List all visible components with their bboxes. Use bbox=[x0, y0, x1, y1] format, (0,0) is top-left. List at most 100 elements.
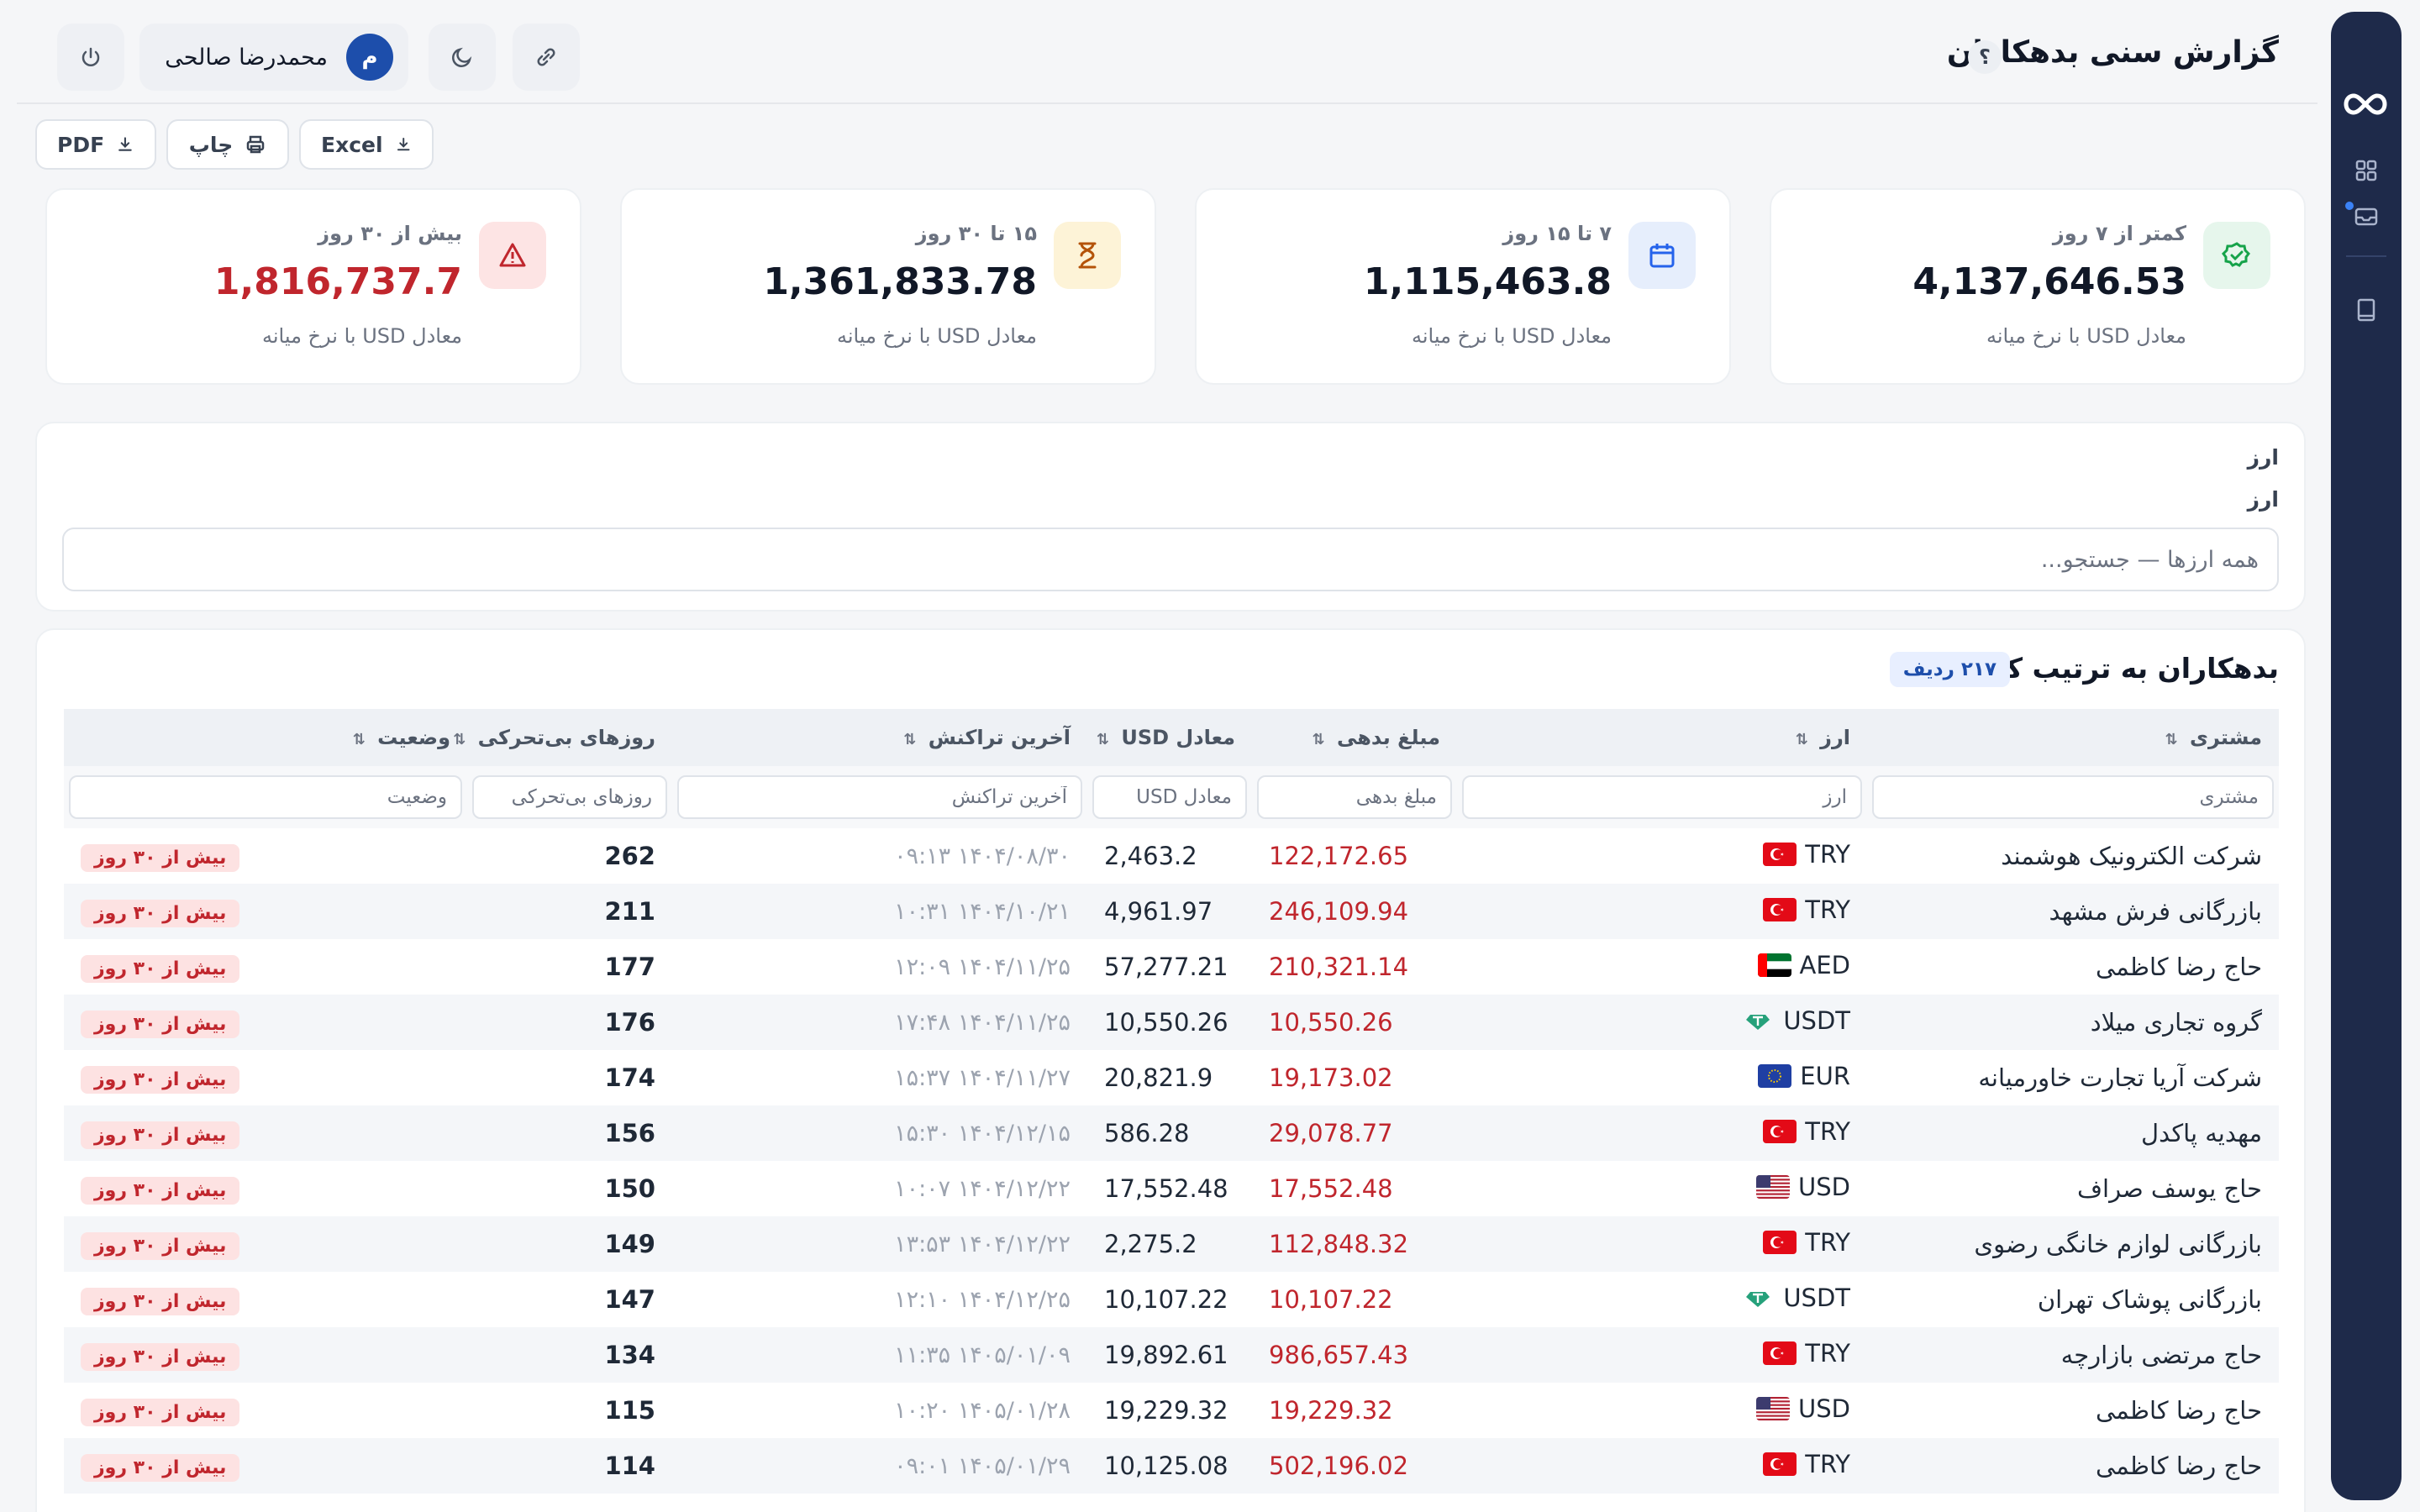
download-icon bbox=[118, 137, 132, 151]
last-transaction: ۱۴۰۴/۰۸/۳۰ ۰۹:۱۳ bbox=[894, 843, 1071, 869]
currency-code: TRY bbox=[1805, 1228, 1850, 1257]
table-row[interactable]: بازرگانی لوازم خانگی رضوی TRY 112,848.32 2,… bbox=[64, 1216, 2279, 1272]
link-icon[interactable] bbox=[513, 24, 580, 91]
card-subtitle: معادل USD با نرخ میانه bbox=[836, 324, 1037, 348]
table-row[interactable]: شرکت الکترونیک هوشمند TRY 122,172.65 2,463.… bbox=[64, 828, 2279, 884]
column-header-usd[interactable]: معادل USD ⇅ bbox=[1087, 709, 1252, 766]
status-filter-input[interactable] bbox=[69, 775, 462, 819]
currency-cell: TRY bbox=[1457, 1216, 1867, 1272]
usd-equivalent: 57,277.21 bbox=[1104, 953, 1228, 981]
usd-equivalent: 19,229.32 bbox=[1104, 1396, 1228, 1425]
usd-equivalent: 4,961.97 bbox=[1087, 884, 1252, 939]
table-row[interactable]: حاج رضا کاظمی AED 210,321.14 57,277.21 ۱۴۰۴/… bbox=[64, 939, 2279, 995]
card-15-to-30-days: ۱۵ تا ۳۰ روز 1,361,833.78 معادل USD با ن… bbox=[620, 188, 1156, 385]
flag-eu-icon bbox=[1758, 1064, 1792, 1088]
table-row[interactable]: بازرگانی پوشاک تهران USDT 10,107.22 10,107.… bbox=[64, 1272, 2279, 1327]
column-header-customer[interactable]: مشتری ⇅ bbox=[1867, 709, 2279, 766]
customer-filter-input[interactable] bbox=[1872, 775, 2274, 819]
currency-code: TRY bbox=[1805, 840, 1850, 869]
idle-days: 262 bbox=[604, 842, 655, 870]
customer-name: حاج رضا کاظمی bbox=[1867, 1438, 2279, 1494]
top-header: گزارش سنی بدهکاران ؟ م محمدرضا صالحی bbox=[17, 0, 2317, 104]
debt-amount: 986,657.43 bbox=[1252, 1327, 1457, 1383]
status-cell: بیش از ۳۰ روز bbox=[64, 828, 467, 884]
currency-code: TRY bbox=[1805, 895, 1850, 924]
status-cell: بیش از ۳۰ روز bbox=[64, 1050, 467, 1105]
usd-equivalent: 2,463.2 bbox=[1104, 842, 1197, 870]
idle-days: 150 bbox=[604, 1174, 655, 1203]
debtors-table: مشتری ⇅ ارز ⇅ مبلغ بدهی ⇅ معادل USD ⇅ آخ… bbox=[64, 709, 2279, 1494]
idle-days: 149 bbox=[467, 1216, 672, 1272]
status-cell: بیش از ۳۰ روز bbox=[64, 884, 467, 939]
card-over-30-days: بیش از ۳۰ روز 1,816,737.7 معادل USD با ن… bbox=[45, 188, 581, 385]
currency-search-input[interactable] bbox=[62, 528, 2279, 591]
usd-equivalent: 586.28 bbox=[1087, 1105, 1252, 1161]
book-icon[interactable] bbox=[2347, 291, 2386, 329]
debt-amount: 210,321.14 bbox=[1269, 953, 1409, 981]
usd-equivalent: 20,821.9 bbox=[1104, 1063, 1213, 1092]
card-subtitle: معادل USD با نرخ میانه bbox=[1986, 324, 2186, 348]
sort-icon: ⇅ bbox=[1312, 731, 1325, 748]
column-header-last-transaction[interactable]: آخرین تراکنش ⇅ bbox=[672, 709, 1087, 766]
currency-code: USDT bbox=[1783, 1284, 1850, 1312]
table-row[interactable]: حاج یوسف صراف USD 17,552.48 17,552.48 ۱۴۰۴/۱… bbox=[64, 1161, 2279, 1216]
flag-tr-icon bbox=[1763, 1120, 1797, 1143]
calendar-icon bbox=[1628, 222, 1696, 289]
status-badge: بیش از ۳۰ روز bbox=[81, 954, 240, 983]
debt-amount: 10,107.22 bbox=[1269, 1285, 1393, 1314]
table-row[interactable]: حاج رضا کاظمی USD 19,229.32 19,229.32 ۱۴۰۵/۰… bbox=[64, 1383, 2279, 1438]
table-row[interactable]: بازرگانی فرش مشهد TRY 246,109.94 4,961.97 ۱۴… bbox=[64, 884, 2279, 939]
table-row[interactable]: مهدیه پاکدل TRY 29,078.77 586.28 ۱۴۰۴/۱۲/۱۵ … bbox=[64, 1105, 2279, 1161]
download-icon bbox=[397, 137, 410, 151]
last-transaction: ۱۴۰۴/۱۱/۲۷ ۱۵:۳۷ bbox=[894, 1064, 1071, 1091]
currency-cell: TRY bbox=[1457, 884, 1867, 939]
print-label: چاپ bbox=[188, 132, 234, 157]
dashboard-grid-icon[interactable] bbox=[2347, 151, 2386, 190]
debt-amount: 19,229.32 bbox=[1269, 1396, 1393, 1425]
currency-cell: EUR bbox=[1457, 1050, 1867, 1105]
column-header-status[interactable]: وضعیت ⇅ bbox=[64, 709, 467, 766]
help-icon[interactable]: ؟ bbox=[1968, 40, 2002, 74]
status-badge: بیش از ۳۰ روز bbox=[81, 1342, 240, 1371]
currency-filter-input[interactable] bbox=[1462, 775, 1862, 819]
status-badge: بیش از ۳۰ روز bbox=[81, 1398, 240, 1426]
table-row[interactable]: شرکت آریا تجارت خاورمیانه EUR 19,173.02 20,… bbox=[64, 1050, 2279, 1105]
table-row[interactable]: گروه تجاری میلاد USDT 10,550.26 10,550.26 ۱۴… bbox=[64, 995, 2279, 1050]
status-cell: بیش از ۳۰ روز bbox=[64, 995, 467, 1050]
check-badge-icon bbox=[2203, 222, 2270, 289]
currency-code: TRY bbox=[1805, 1339, 1850, 1368]
pdf-export-button[interactable]: PDF bbox=[35, 119, 156, 170]
customer-name: گروه تجاری میلاد bbox=[1867, 995, 2279, 1050]
user-menu[interactable]: م محمدرضا صالحی bbox=[139, 24, 408, 91]
last-transaction: ۱۴۰۵/۰۱/۲۹ ۰۹:۰۱ bbox=[672, 1438, 1087, 1494]
excel-export-button[interactable]: Excel bbox=[299, 119, 434, 170]
usd-filter-input[interactable] bbox=[1092, 775, 1247, 819]
moon-icon[interactable] bbox=[429, 24, 496, 91]
idle-days-filter-input[interactable] bbox=[472, 775, 667, 819]
idle-days: 134 bbox=[467, 1327, 672, 1383]
power-icon[interactable] bbox=[57, 24, 124, 91]
debtors-table-panel: بدهکاران به ترتیب کهنگی ۲۱۷ ردیف مشتری ⇅… bbox=[35, 628, 2306, 1512]
amount-filter-input[interactable] bbox=[1257, 775, 1452, 819]
table-row[interactable]: حاج مرتضی بازارچه TRY 986,657.43 19,892.61 ۱… bbox=[64, 1327, 2279, 1383]
table-row[interactable]: حاج رضا کاظمی TRY 502,196.02 10,125.08 ۱۴۰۵/… bbox=[64, 1438, 2279, 1494]
flag-ae-icon bbox=[1757, 953, 1791, 977]
filter-label: ارز bbox=[2247, 487, 2279, 512]
column-header-currency[interactable]: ارز ⇅ bbox=[1457, 709, 1867, 766]
infinity-icon[interactable] bbox=[2338, 87, 2394, 121]
flag-us-icon bbox=[1756, 1397, 1791, 1420]
customer-name: حاج رضا کاظمی bbox=[2095, 1396, 2262, 1425]
column-header-idle-days[interactable]: روزهای بی‌تحرکی ⇅ bbox=[453, 709, 672, 766]
last-transaction: ۱۴۰۴/۱۲/۲۲ ۱۳:۵۳ bbox=[672, 1216, 1087, 1272]
hourglass-icon bbox=[1054, 222, 1121, 289]
print-button[interactable]: چاپ bbox=[166, 119, 289, 170]
card-label: کمتر از ۷ روز bbox=[2052, 222, 2186, 245]
debt-amount: 502,196.02 bbox=[1252, 1438, 1457, 1494]
row-count-badge: ۲۱۷ ردیف bbox=[1889, 652, 2010, 687]
last-transaction-filter-input[interactable] bbox=[677, 775, 1082, 819]
pdf-label: PDF bbox=[57, 132, 105, 157]
currency-filter-panel: ارز ارز bbox=[35, 422, 2306, 612]
printer-icon bbox=[247, 135, 265, 154]
report-inbox-icon[interactable] bbox=[2344, 197, 2386, 235]
column-header-amount[interactable]: مبلغ بدهی ⇅ bbox=[1252, 709, 1457, 766]
